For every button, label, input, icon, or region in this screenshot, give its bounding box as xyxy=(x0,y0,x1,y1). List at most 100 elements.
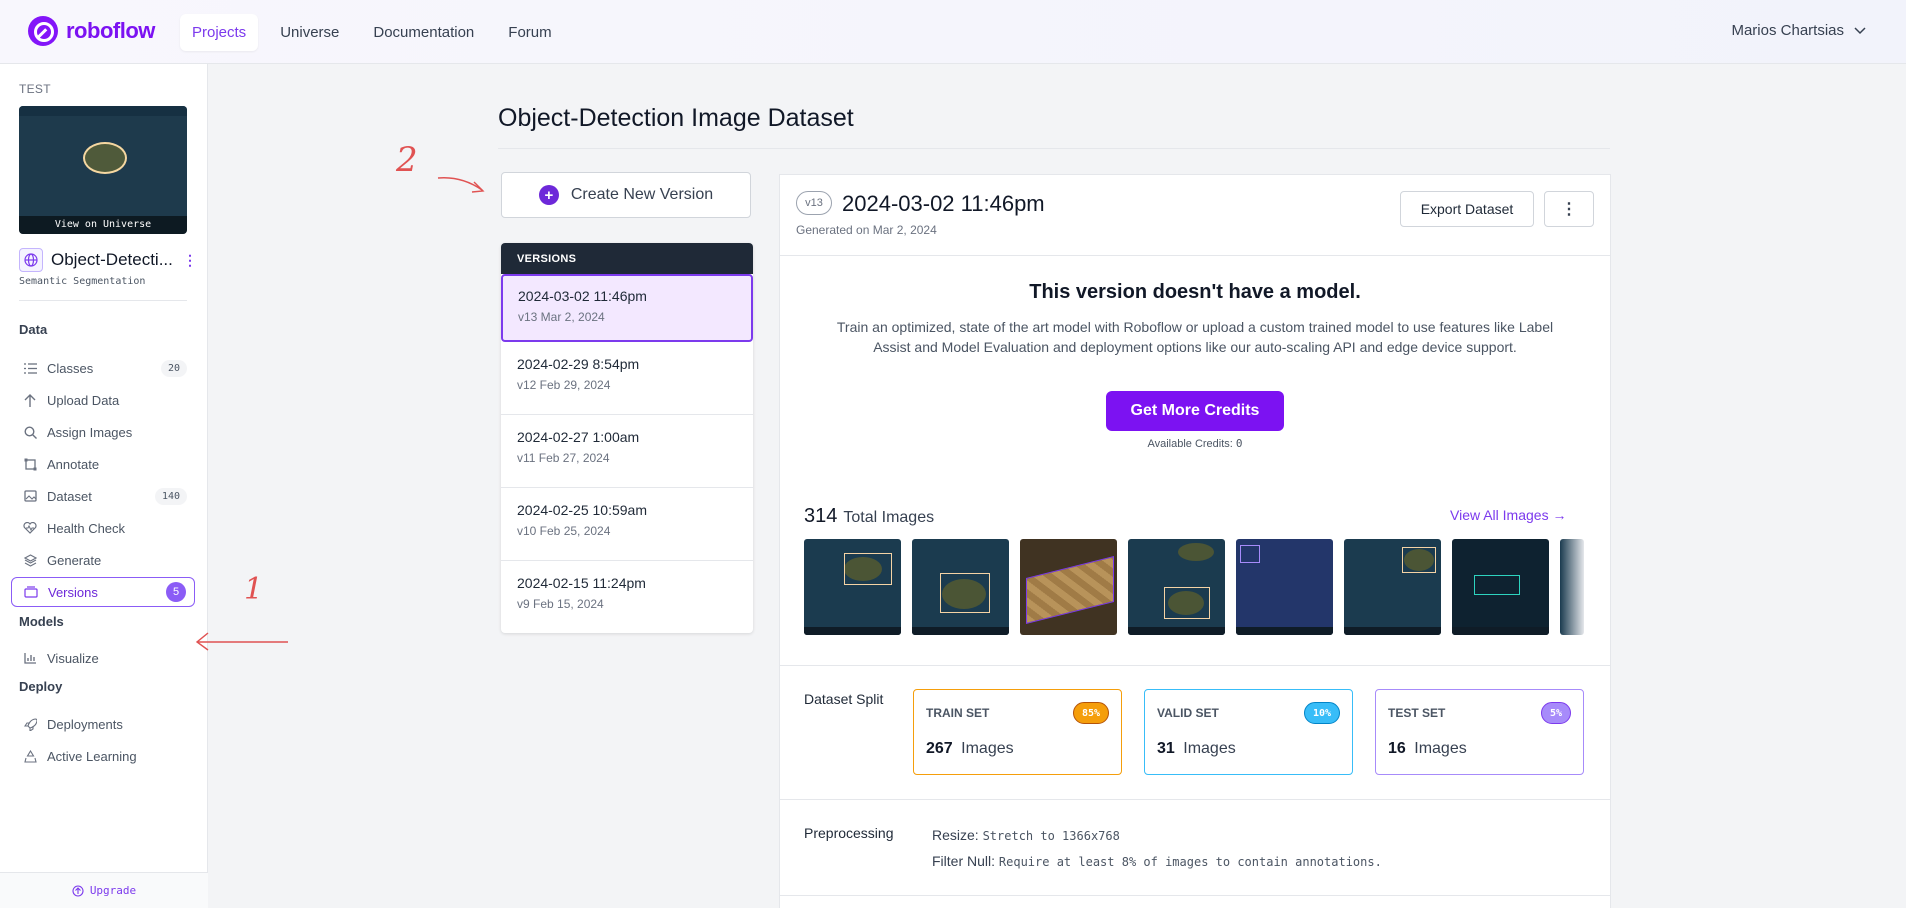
sidebar-divider xyxy=(19,300,187,301)
user-name: Marios Chartsias xyxy=(1731,22,1844,39)
rocket-icon xyxy=(23,717,37,731)
test-set-card[interactable]: TEST SET 5% 16 Images xyxy=(1375,689,1584,775)
sidebar-item-label: Dataset xyxy=(47,488,92,504)
upgrade-button[interactable]: Upgrade xyxy=(0,872,208,908)
split-count-unit: Images xyxy=(1414,740,1467,757)
version-item-v9[interactable]: 2024-02-15 11:24pm v9 Feb 15, 2024 xyxy=(501,561,753,633)
train-set-card[interactable]: TRAIN SET 85% 267 Images xyxy=(913,689,1122,775)
valid-set-card[interactable]: VALID SET 10% 31 Images xyxy=(1144,689,1353,775)
sidebar-item-dataset[interactable]: Dataset 140 xyxy=(11,481,195,511)
thumbnail-strip xyxy=(1452,627,1549,635)
image-thumbnail[interactable] xyxy=(1128,539,1225,635)
split-name: VALID SET xyxy=(1157,706,1219,720)
sidebar-item-label: Annotate xyxy=(47,456,100,472)
thumbnail-island xyxy=(1178,543,1214,561)
sidebar-item-label: Assign Images xyxy=(47,424,133,440)
split-count-number: 31 xyxy=(1157,740,1175,757)
view-on-universe-link[interactable]: View on Universe xyxy=(19,216,187,234)
image-thumbnail[interactable] xyxy=(1344,539,1441,635)
version-date: 2024-02-29 8:54pm xyxy=(517,356,640,372)
sidebar-item-deployments[interactable]: Deployments xyxy=(11,709,195,739)
versions-count: 5 xyxy=(166,582,186,602)
project-type: Semantic Segmentation xyxy=(19,276,146,287)
get-more-credits-button[interactable]: Get More Credits xyxy=(1106,391,1284,431)
versions-header: VERSIONS xyxy=(501,243,753,274)
sidebar-item-visualize[interactable]: Visualize xyxy=(11,643,195,673)
sidebar-item-active-learning[interactable]: Active Learning xyxy=(11,741,195,771)
project-thumbnail[interactable]: View on Universe xyxy=(19,106,187,234)
dataset-split-label: Dataset Split xyxy=(804,691,884,707)
version-item-v10[interactable]: 2024-02-25 10:59am v10 Feb 25, 2024 xyxy=(501,488,753,561)
thumbnail-bbox xyxy=(1474,575,1520,595)
page-title: Object-Detection Image Dataset xyxy=(498,104,854,132)
nav-universe[interactable]: Universe xyxy=(268,14,351,51)
split-count: 16 Images xyxy=(1388,740,1467,758)
top-navigation-bar: roboflow Projects Universe Documentation… xyxy=(0,0,1906,64)
sidebar-item-label: Versions xyxy=(48,584,98,600)
version-date: 2024-02-27 1:00am xyxy=(517,429,640,445)
annotate-icon xyxy=(23,457,37,471)
roboflow-logo[interactable]: roboflow xyxy=(28,16,155,46)
nav-projects[interactable]: Projects xyxy=(180,14,259,51)
image-thumbnail[interactable] xyxy=(1020,539,1117,635)
sidebar-item-versions[interactable]: Versions 5 xyxy=(11,577,195,607)
plus-circle-icon: + xyxy=(538,185,559,205)
version-item-v12[interactable]: 2024-02-29 8:54pm v12 Feb 29, 2024 xyxy=(501,342,753,415)
version-sub: v11 Feb 27, 2024 xyxy=(517,451,610,465)
export-dataset-button[interactable]: Export Dataset xyxy=(1400,191,1534,227)
image-thumbnail[interactable] xyxy=(1452,539,1549,635)
split-count-unit: Images xyxy=(961,740,1014,757)
resize-label: Resize: xyxy=(932,827,979,843)
no-model-description: Train an optimized, state of the art mod… xyxy=(836,319,1554,355)
panel-divider xyxy=(780,665,1610,666)
roboflow-logo-icon xyxy=(28,16,58,46)
heart-pulse-icon xyxy=(23,521,37,535)
classes-count: 20 xyxy=(160,359,187,377)
thumbnail-strip xyxy=(912,627,1009,635)
panel-divider xyxy=(780,799,1610,800)
filter-null-label: Filter Null: xyxy=(932,853,996,869)
upload-icon xyxy=(23,393,37,407)
version-item-v13[interactable]: 2024-03-02 11:46pm v13 Mar 2, 2024 xyxy=(501,274,753,342)
more-options-button[interactable]: ⋮ xyxy=(1544,191,1594,227)
thumbnail-strip xyxy=(1236,627,1333,635)
thumbnail-strip xyxy=(1344,627,1441,635)
annotation-arrow-two xyxy=(437,177,485,193)
split-count: 31 Images xyxy=(1157,740,1236,758)
project-header: Object-Detecti... ⋮ xyxy=(19,248,197,272)
thumbnail-bbox xyxy=(1402,547,1436,573)
sidebar-item-upload-data[interactable]: Upload Data xyxy=(11,385,195,415)
version-item-v11[interactable]: 2024-02-27 1:00am v11 Feb 27, 2024 xyxy=(501,415,753,488)
sidebar-item-classes[interactable]: Classes 20 xyxy=(11,353,195,383)
version-date: 2024-03-02 11:46pm xyxy=(518,288,647,304)
sidebar-item-generate[interactable]: Generate xyxy=(11,545,195,575)
image-thumbnail[interactable] xyxy=(1560,539,1584,635)
version-generated-date: Generated on Mar 2, 2024 xyxy=(796,223,937,237)
project-menu-icon[interactable]: ⋮ xyxy=(183,252,197,269)
title-divider xyxy=(498,148,1610,149)
section-deploy: Deploy xyxy=(19,679,63,694)
sidebar-item-label: Upload Data xyxy=(47,392,120,408)
upgrade-icon xyxy=(72,884,84,897)
sidebar-item-annotate[interactable]: Annotate xyxy=(11,449,195,479)
sidebar-item-health-check[interactable]: Health Check xyxy=(11,513,195,543)
split-percent-badge: 5% xyxy=(1540,702,1571,724)
image-thumbnail[interactable] xyxy=(912,539,1009,635)
user-menu[interactable]: Marios Chartsias xyxy=(1731,22,1866,39)
sidebar-item-assign-images[interactable]: Assign Images xyxy=(11,417,195,447)
view-all-images-link[interactable]: View All Images → xyxy=(1450,507,1566,523)
sidebar-item-label: Health Check xyxy=(47,520,126,536)
version-sub: v13 Mar 2, 2024 xyxy=(518,310,605,324)
dataset-count: 140 xyxy=(154,487,187,505)
project-name[interactable]: Object-Detecti... xyxy=(51,250,173,270)
version-title: 2024-03-02 11:46pm xyxy=(842,191,1045,216)
nav-documentation[interactable]: Documentation xyxy=(361,14,486,51)
images-icon xyxy=(23,489,37,503)
create-new-version-button[interactable]: + Create New Version xyxy=(501,172,751,218)
nav-forum[interactable]: Forum xyxy=(496,14,563,51)
version-sub: v12 Feb 29, 2024 xyxy=(517,378,611,392)
image-thumbnail[interactable] xyxy=(1236,539,1333,635)
annotation-number-one: 1 xyxy=(244,572,264,607)
list-icon xyxy=(23,361,37,375)
image-thumbnail[interactable] xyxy=(804,539,901,635)
